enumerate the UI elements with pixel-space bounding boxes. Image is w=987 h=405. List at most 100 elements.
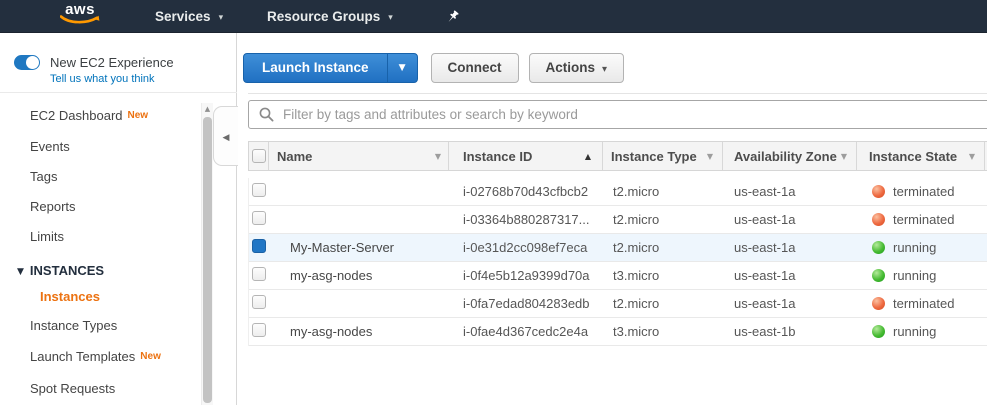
table-row[interactable]: my-asg-nodes i-0f4e5b12a9399d70a t3.micr… <box>249 262 987 290</box>
sidebar-item-label: Launch Templates <box>30 349 136 364</box>
column-header-name[interactable]: Name ▼ <box>269 142 449 170</box>
cell-instance-state: terminated <box>893 184 955 199</box>
nav-services-menu[interactable]: Services ▾ <box>155 0 223 33</box>
row-checkbox[interactable] <box>252 295 266 309</box>
sort-desc-icon: ▼ <box>434 151 441 161</box>
search-icon <box>259 107 274 122</box>
sort-asc-icon: ▲ <box>584 151 591 161</box>
launch-instance-split-button[interactable]: Launch Instance ▼ <box>243 53 418 83</box>
cell-instance-id: i-03364b880287317... <box>463 212 590 227</box>
actions-button-label: Actions <box>545 60 596 75</box>
new-experience-label: New EC2 Experience <box>50 55 174 70</box>
cell-instance-type: t2.micro <box>613 296 660 311</box>
table-row[interactable]: i-03364b880287317... t2.micro us-east-1a… <box>249 206 987 234</box>
nav-services-label: Services <box>155 9 211 24</box>
cell-name: my-asg-nodes <box>290 324 373 339</box>
cell-instance-state: terminated <box>893 296 955 311</box>
cell-instance-type: t2.micro <box>613 184 660 199</box>
sort-desc-icon: ▼ <box>968 151 975 161</box>
cell-instance-id: i-0fa7edad804283edb <box>463 296 590 311</box>
row-checkbox[interactable] <box>252 183 266 197</box>
status-terminated-icon <box>872 213 885 226</box>
sidebar-item-events[interactable]: Events <box>30 137 70 157</box>
column-label: Instance ID <box>463 148 533 164</box>
sidebar-item-label: Instances <box>40 289 100 304</box>
sidebar-collapse-button[interactable]: ◀ <box>213 106 238 166</box>
table-row-selected[interactable]: My-Master-Server i-0e31d2cc098ef7eca t2.… <box>249 234 987 262</box>
sidebar-item-limits[interactable]: Limits <box>30 227 64 247</box>
sidebar-item-label: Spot Requests <box>30 381 116 396</box>
sidebar-item-instances[interactable]: Instances <box>40 287 100 307</box>
column-header-instance-id[interactable]: Instance ID ▲ <box>449 142 603 170</box>
chevron-down-icon: ▼ <box>398 63 406 73</box>
sidebar-item-tags[interactable]: Tags <box>30 167 57 187</box>
row-checkbox[interactable] <box>252 323 266 337</box>
cell-availability-zone: us-east-1a <box>734 268 796 283</box>
status-running-icon <box>872 325 885 338</box>
connect-button-label: Connect <box>447 60 502 75</box>
column-label: Instance State <box>869 148 958 164</box>
scroll-up-icon[interactable]: ▲ <box>202 103 213 116</box>
column-header-instance-state[interactable]: Instance State ▼ <box>857 142 985 170</box>
toolbar-divider <box>248 93 987 94</box>
sort-desc-icon: ▼ <box>840 151 847 161</box>
launch-instance-dropdown[interactable]: ▼ <box>386 54 417 82</box>
cell-instance-id: i-02768b70d43cfbcb2 <box>463 184 589 199</box>
table-row[interactable]: my-asg-nodes i-0fae4d367cedc2e4a t3.micr… <box>249 318 987 346</box>
cell-availability-zone: us-east-1a <box>734 296 796 311</box>
sidebar-item-instance-types[interactable]: Instance Types <box>30 316 117 336</box>
cell-instance-type: t2.micro <box>613 212 660 227</box>
row-checkbox-checked[interactable] <box>252 239 266 253</box>
actions-button[interactable]: Actions ▾ <box>528 53 625 83</box>
table-row[interactable]: i-0fa7edad804283edb t2.micro us-east-1a … <box>249 290 987 318</box>
cell-availability-zone: us-east-1a <box>734 240 796 255</box>
feedback-link[interactable]: Tell us what you think <box>50 73 155 85</box>
nav-resource-groups-menu[interactable]: Resource Groups ▾ <box>267 0 393 33</box>
new-badge: New <box>140 351 161 362</box>
row-checkbox[interactable] <box>252 267 266 281</box>
header-checkbox-cell <box>249 142 269 170</box>
chevron-down-icon: ▾ <box>218 13 224 23</box>
column-header-availability-zone[interactable]: Availability Zone ▼ <box>723 142 857 170</box>
cell-name: My-Master-Server <box>290 240 395 255</box>
sidebar-item-spot-requests[interactable]: Spot Requests <box>30 379 115 399</box>
launch-instance-button[interactable]: Launch Instance <box>244 54 387 82</box>
cell-instance-state: running <box>893 324 937 339</box>
sidebar-item-launch-templates[interactable]: Launch Templates New <box>30 347 161 367</box>
cell-instance-type: t3.micro <box>613 268 660 283</box>
filter-input[interactable] <box>283 102 987 127</box>
section-caret-icon: ▼ <box>17 267 24 277</box>
toggle-knob <box>26 56 39 69</box>
column-header-instance-type[interactable]: Instance Type ▼ <box>603 142 723 170</box>
new-badge: New <box>127 110 149 121</box>
cell-instance-id: i-0fae4d367cedc2e4a <box>463 324 589 339</box>
cell-instance-state: terminated <box>893 212 955 227</box>
sidebar-section-label: INSTANCES <box>29 263 105 278</box>
sidebar-item-reports[interactable]: Reports <box>30 197 76 217</box>
nav-resource-groups-label: Resource Groups <box>267 9 381 24</box>
status-terminated-icon <box>872 297 885 310</box>
column-label: Name <box>277 148 313 164</box>
status-terminated-icon <box>872 185 885 198</box>
sidebar-item-ec2-dashboard[interactable]: EC2 Dashboard New <box>30 106 148 126</box>
row-checkbox[interactable] <box>252 211 266 225</box>
instances-table: Name ▼ Instance ID ▲ Instance Type ▼ Availa… <box>248 141 987 346</box>
table-row[interactable]: i-02768b70d43cfbcb2 t2.micro us-east-1a … <box>249 178 987 206</box>
aws-logo[interactable]: aws <box>57 2 103 25</box>
sidebar-divider <box>0 92 237 93</box>
select-all-checkbox[interactable] <box>252 149 266 163</box>
status-running-icon <box>872 269 885 282</box>
sidebar-item-label: Instance Types <box>30 318 118 333</box>
sidebar-scrollbar[interactable]: ▲ <box>201 103 213 405</box>
filter-bar[interactable] <box>248 100 987 129</box>
chevron-down-icon: ▾ <box>602 64 608 75</box>
connect-button[interactable]: Connect <box>430 53 519 83</box>
top-nav-bar: aws Services ▾ Resource Groups ▾ <box>0 0 987 33</box>
new-experience-toggle[interactable] <box>14 55 40 70</box>
cell-instance-id: i-0f4e5b12a9399d70a <box>463 268 590 283</box>
table-header-row: Name ▼ Instance ID ▲ Instance Type ▼ Availa… <box>248 141 987 171</box>
pushpin-icon[interactable] <box>445 9 460 25</box>
sidebar-section-instances[interactable]: ▼ INSTANCES <box>17 261 104 281</box>
scrollbar-thumb[interactable] <box>203 117 212 403</box>
cell-availability-zone: us-east-1a <box>734 184 796 199</box>
